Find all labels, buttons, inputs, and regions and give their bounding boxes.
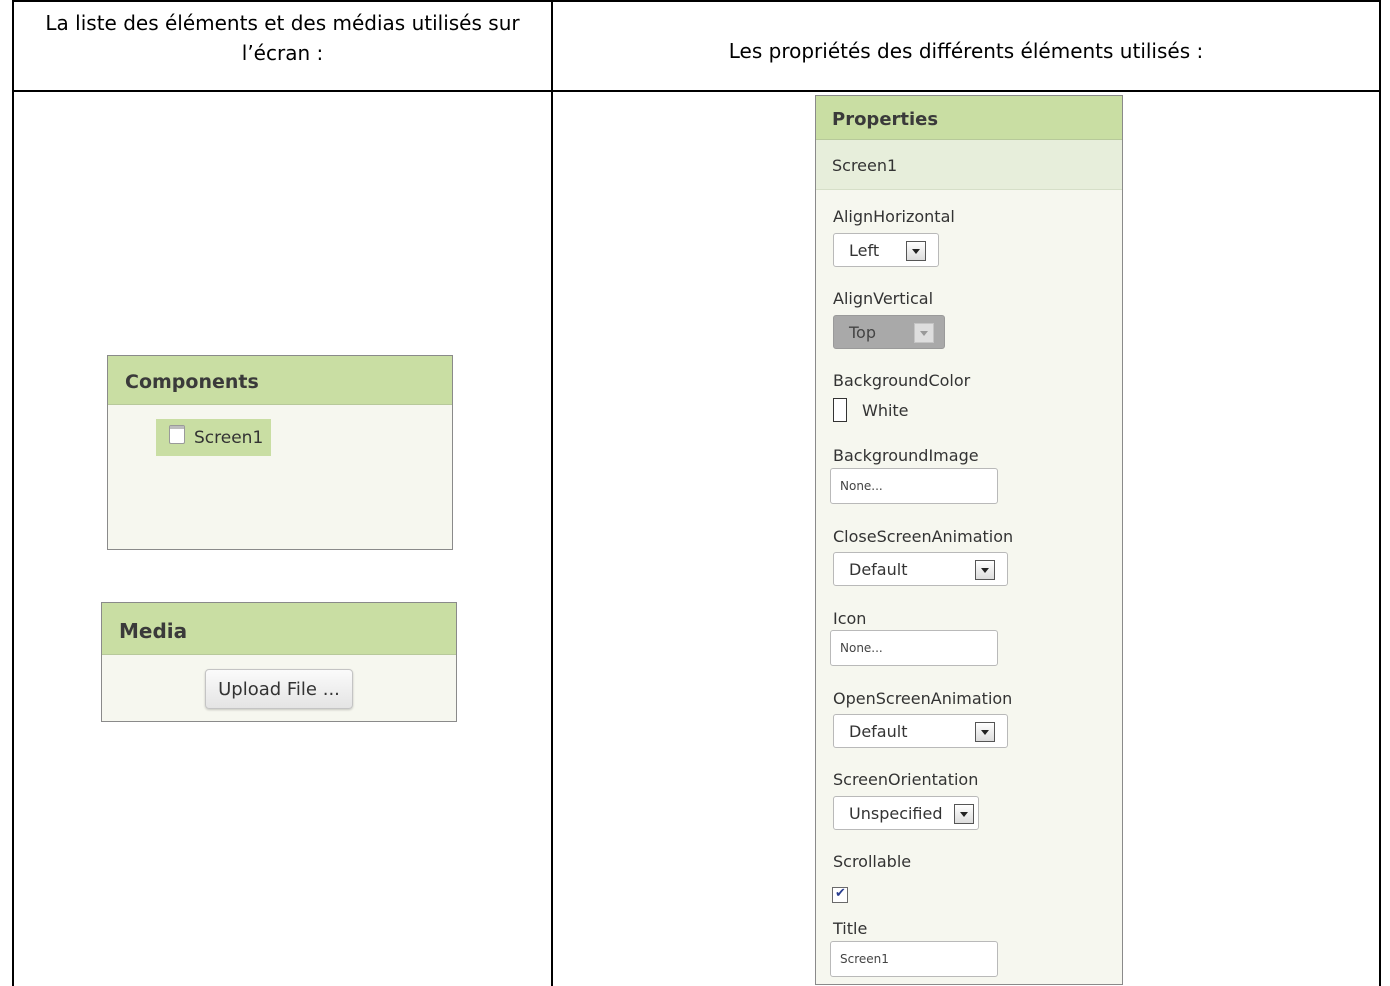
open-screen-animation-select[interactable]: Default <box>833 714 1008 748</box>
screen-icon <box>169 425 185 444</box>
align-horizontal-label: AlignHorizontal <box>833 207 955 226</box>
header-left: La liste des éléments et des médias util… <box>45 11 520 65</box>
header-right: Les propriétés des différents éléments u… <box>728 39 1204 63</box>
align-vertical-value: Top <box>849 323 876 342</box>
component-label: Screen1 <box>194 428 264 448</box>
table-column-divider <box>551 0 553 986</box>
align-horizontal-select[interactable]: Left <box>833 233 939 267</box>
chevron-down-icon[interactable] <box>975 560 995 580</box>
screen-orientation-value: Unspecified <box>849 804 943 823</box>
open-screen-animation-value: Default <box>849 722 908 741</box>
component-tree-item-screen1[interactable]: Screen1 <box>156 419 271 456</box>
media-title: Media <box>102 603 456 655</box>
background-color-value[interactable]: White <box>862 401 909 420</box>
screen-orientation-label: ScreenOrientation <box>833 770 979 789</box>
background-image-label: BackgroundImage <box>833 446 979 465</box>
components-panel: Components Screen1 <box>107 355 453 550</box>
close-screen-animation-label: CloseScreenAnimation <box>833 527 1014 546</box>
table-header-divider <box>12 90 1381 92</box>
scrollable-label: Scrollable <box>833 852 912 871</box>
properties-panel: Properties Screen1 AlignHorizontal Left … <box>815 95 1123 985</box>
media-panel: Media Upload File ... <box>101 602 457 722</box>
align-vertical-label: AlignVertical <box>833 289 934 308</box>
background-color-label: BackgroundColor <box>833 371 971 390</box>
scrollable-checkbox[interactable] <box>832 885 848 903</box>
icon-label: Icon <box>833 609 867 628</box>
background-image-field[interactable]: None... <box>830 468 998 504</box>
screen-orientation-select[interactable]: Unspecified <box>833 796 979 830</box>
background-color-swatch[interactable] <box>833 398 847 422</box>
properties-title: Properties <box>816 96 1122 140</box>
table-top-border <box>12 0 1381 2</box>
align-horizontal-value: Left <box>849 241 880 260</box>
components-title: Components <box>108 356 452 405</box>
icon-field[interactable]: None... <box>830 630 998 666</box>
upload-file-button[interactable]: Upload File ... <box>205 669 353 709</box>
open-screen-animation-label: OpenScreenAnimation <box>833 689 1013 708</box>
close-screen-animation-value: Default <box>849 560 908 579</box>
align-vertical-select: Top <box>833 315 945 349</box>
close-screen-animation-select[interactable]: Default <box>833 552 1008 586</box>
selected-component-name: Screen1 <box>816 140 1122 190</box>
chevron-down-icon[interactable] <box>975 722 995 742</box>
chevron-down-icon[interactable] <box>906 241 926 261</box>
chevron-down-icon[interactable] <box>954 804 974 824</box>
title-label: Title <box>833 919 868 938</box>
chevron-down-icon <box>914 323 934 343</box>
title-field[interactable]: Screen1 <box>830 941 998 977</box>
